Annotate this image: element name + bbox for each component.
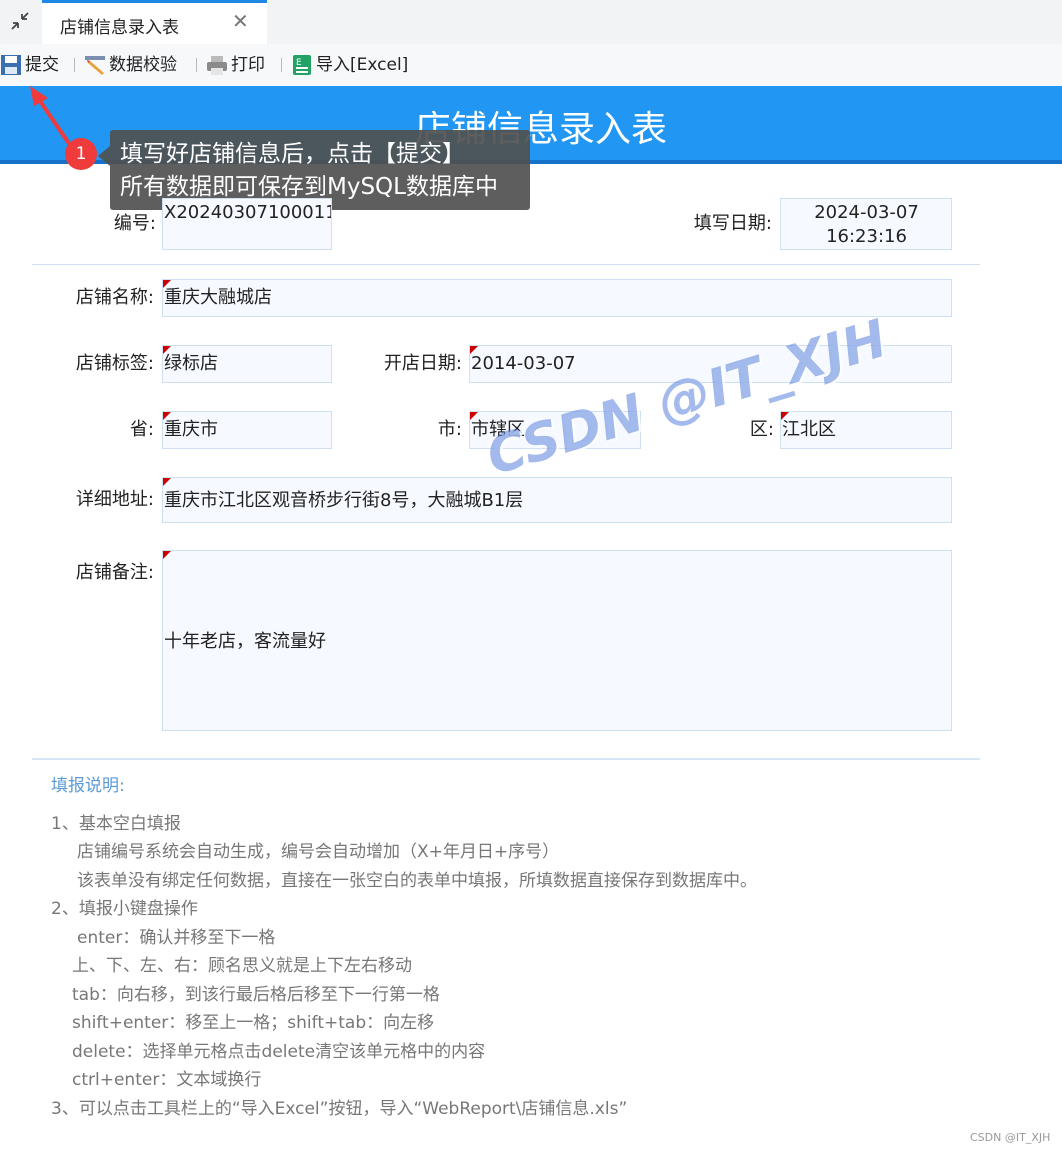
note-line: tab：向右移，到该行最后格后移至下一行第一格 xyxy=(72,985,440,1005)
step-badge: 1 xyxy=(65,138,97,170)
tab-label: 店铺信息录入表 xyxy=(60,18,179,38)
fill-date-field[interactable]: 2024-03-07 16:23:16 xyxy=(780,198,952,250)
id-value: X20240307100011 xyxy=(164,202,332,223)
note-line: enter：确认并移至下一格 xyxy=(77,928,276,948)
submit-button[interactable]: 提交 xyxy=(0,52,59,78)
save-icon xyxy=(1,55,21,75)
required-marker xyxy=(470,346,478,354)
store-name-value: 重庆大融城店 xyxy=(164,287,272,308)
open-date-label: 开店日期: xyxy=(383,353,462,374)
close-icon[interactable]: ✕ xyxy=(232,9,249,33)
fill-date-value: 2024-03-07 xyxy=(814,202,919,223)
excel-icon: E xyxy=(293,55,311,75)
province-value: 重庆市 xyxy=(164,419,218,440)
remark-value: 十年老店，客流量好 xyxy=(164,631,326,652)
validate-button[interactable]: 数据校验 xyxy=(84,52,177,78)
printer-icon xyxy=(207,56,227,75)
callout-tail xyxy=(98,146,110,166)
note-line: 3、可以点击工具栏上的“导入Excel”按钮，导入“WebReport\店铺信息… xyxy=(51,1099,628,1119)
id-field[interactable]: X20240307100011 xyxy=(162,198,332,250)
open-date-value: 2014-03-07 xyxy=(471,353,576,374)
city-label: 市: xyxy=(437,419,462,440)
note-line: ctrl+enter：文本域换行 xyxy=(72,1070,262,1090)
address-value: 重庆市江北区观音桥步行街8号，大融城B1层 xyxy=(164,490,524,511)
note-line: 上、下、左、右：顾名思义就是上下左右移动 xyxy=(72,956,412,976)
store-tag-field[interactable]: 绿标店 xyxy=(162,345,332,383)
store-name-field[interactable]: 重庆大融城店 xyxy=(162,279,952,317)
address-field[interactable]: 重庆市江北区观音桥步行街8号，大融城B1层 xyxy=(162,477,952,523)
note-line: 1、基本空白填报 xyxy=(51,814,181,834)
callout-line-1: 填写好店铺信息后，点击【提交】 xyxy=(120,141,465,167)
tab-bar: 店铺信息录入表 ✕ xyxy=(0,0,1062,44)
province-field[interactable]: 重庆市 xyxy=(162,411,332,449)
notes-title: 填报说明: xyxy=(51,776,125,796)
note-line: shift+enter：移至上一格；shift+tab：向左移 xyxy=(72,1013,435,1033)
remark-textarea[interactable]: 十年老店，客流量好 xyxy=(162,550,952,731)
store-tag-value: 绿标店 xyxy=(164,353,218,374)
district-value: 江北区 xyxy=(782,419,836,440)
address-label: 详细地址: xyxy=(75,489,154,510)
required-marker xyxy=(163,412,171,420)
required-marker xyxy=(163,346,171,354)
tab-store-info[interactable]: 店铺信息录入表 ✕ xyxy=(42,0,267,44)
watermark: CSDN @IT_XJH xyxy=(480,308,894,488)
note-line: 2、填报小键盘操作 xyxy=(51,899,198,919)
toolbar-separator xyxy=(196,58,197,72)
collapse-icon[interactable] xyxy=(8,10,32,34)
required-marker xyxy=(781,412,789,420)
fill-date-label: 填写日期: xyxy=(693,213,772,234)
required-marker xyxy=(163,280,171,288)
submit-label: 提交 xyxy=(25,55,59,75)
fill-time-value: 16:23:16 xyxy=(826,226,907,247)
required-marker xyxy=(163,478,171,486)
svg-text:E: E xyxy=(296,58,302,68)
print-button[interactable]: 打印 xyxy=(206,52,265,78)
required-marker xyxy=(163,551,171,559)
store-tag-label: 店铺标签: xyxy=(75,353,154,374)
footer-watermark: CSDN @IT_XJH xyxy=(970,1131,1051,1144)
import-excel-button[interactable]: E 导入[Excel] xyxy=(291,52,408,78)
id-label: 编号: xyxy=(113,213,156,234)
divider xyxy=(32,264,980,265)
note-line: 该表单没有绑定任何数据，直接在一张空白的表单中填报，所填数据直接保存到数据库中。 xyxy=(77,871,757,891)
province-label: 省: xyxy=(129,419,154,440)
toolbar-separator xyxy=(281,58,282,72)
import-label: 导入[Excel] xyxy=(316,55,409,75)
divider xyxy=(32,758,980,760)
store-name-label: 店铺名称: xyxy=(75,287,154,308)
print-label: 打印 xyxy=(231,55,265,75)
toolbar-separator xyxy=(74,58,75,72)
note-line: delete：选择单元格点击delete清空该单元格中的内容 xyxy=(72,1042,486,1062)
toolbar: 提交 数据校验 打印 E 导入[Excel] xyxy=(0,44,1062,86)
pencil-ruler-icon xyxy=(85,56,105,75)
required-marker xyxy=(470,412,478,420)
note-line: 店铺编号系统会自动生成，编号会自动增加（X+年月日+序号） xyxy=(77,842,560,862)
remark-label: 店铺备注: xyxy=(75,562,154,583)
validate-label: 数据校验 xyxy=(109,55,177,75)
district-field[interactable]: 江北区 xyxy=(780,411,952,449)
